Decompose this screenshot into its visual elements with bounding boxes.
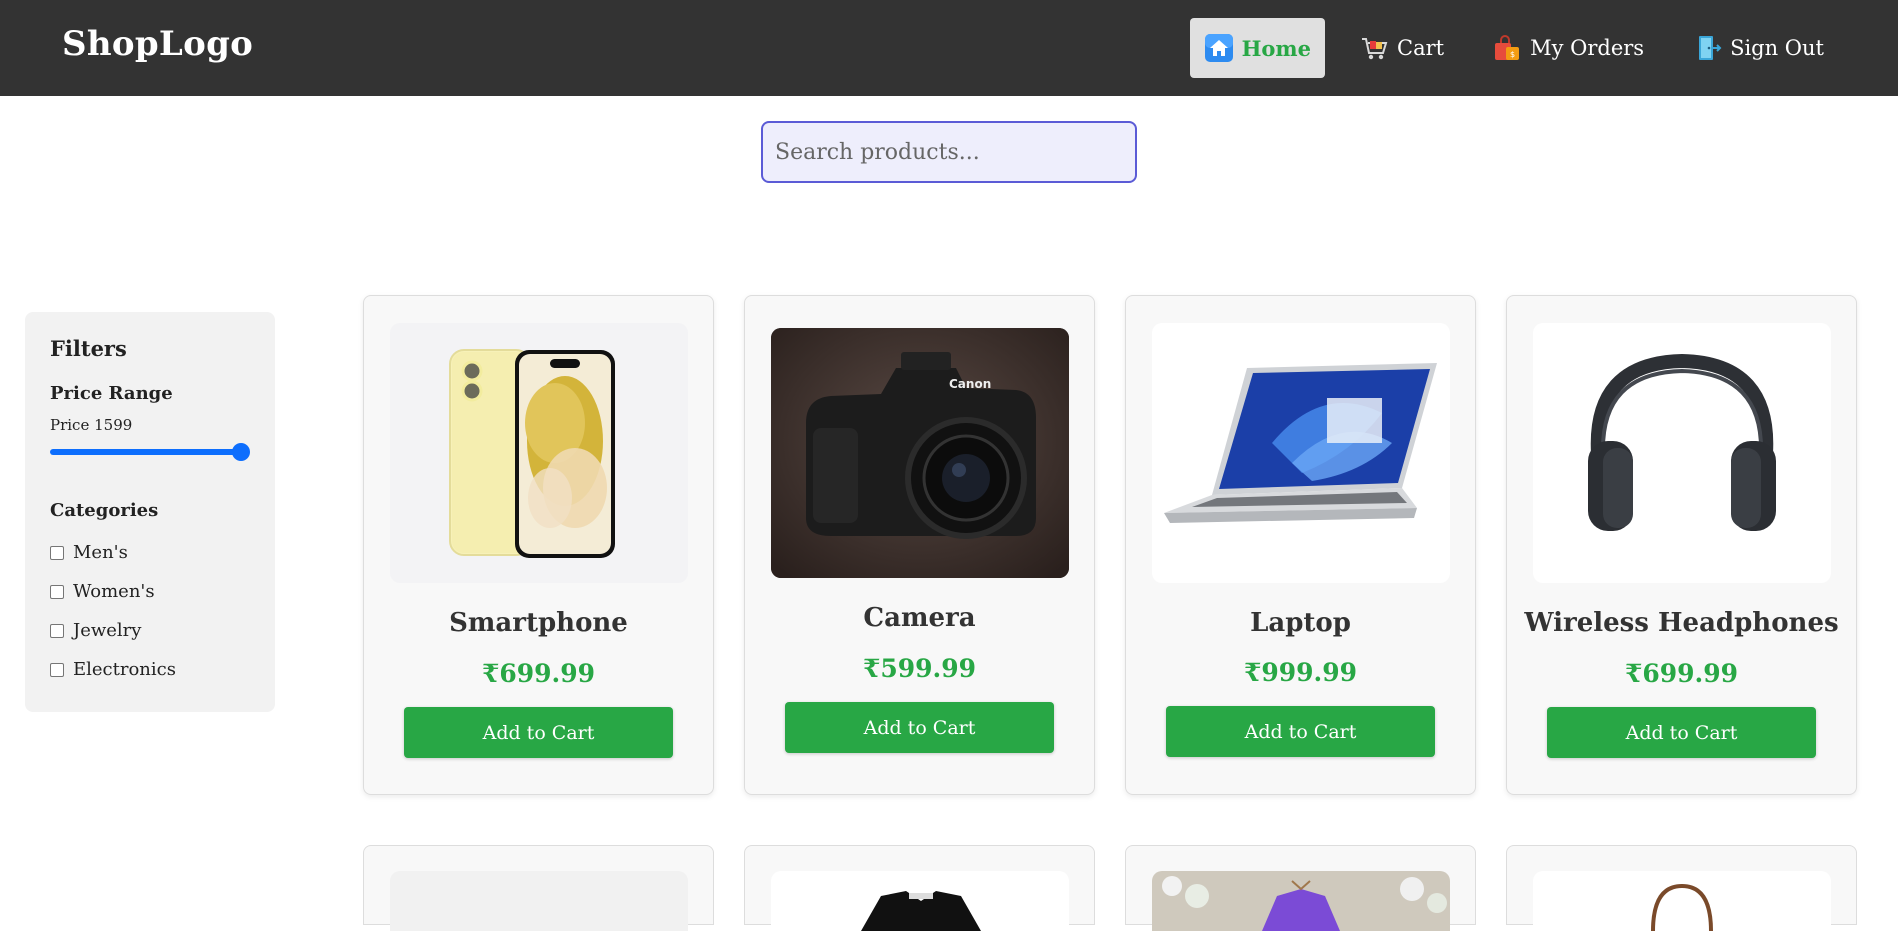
add-to-cart-button[interactable]: Add to Cart [785, 702, 1054, 753]
nav-home-label: Home [1241, 35, 1311, 61]
nav-cart-label: Cart [1397, 36, 1445, 60]
category-womens[interactable]: Women's [50, 572, 250, 611]
price-range-slider[interactable] [50, 442, 250, 462]
laptop-image[interactable] [1152, 323, 1450, 583]
category-checkbox[interactable] [50, 584, 64, 599]
add-to-cart-button[interactable]: Add to Cart [404, 707, 673, 758]
category-checkbox[interactable] [50, 545, 64, 560]
home-icon [1204, 33, 1234, 63]
product-image[interactable] [1152, 871, 1450, 931]
search-bar [761, 121, 1137, 183]
category-label: Electronics [73, 659, 176, 680]
product-card[interactable] [1506, 845, 1857, 931]
product-name: Laptop [1250, 608, 1351, 638]
product-name: Camera [863, 603, 976, 633]
product-card[interactable] [744, 845, 1095, 931]
nav-my-orders-label: My Orders [1530, 36, 1645, 60]
navbar: ShopLogo Home Cart $ My Orders Sign Out [0, 0, 1898, 96]
filters-panel: Filters Price Range Price 1599 Categorie… [25, 312, 275, 712]
sign-out-icon [1692, 33, 1722, 63]
product-card[interactable] [1125, 845, 1476, 931]
camera-image[interactable]: Canon [771, 328, 1069, 578]
category-label: Men's [73, 542, 128, 563]
nav-my-orders[interactable]: $ My Orders [1478, 18, 1658, 78]
product-price: ₹699.99 [481, 659, 596, 688]
product-price: ₹699.99 [1624, 659, 1739, 688]
product-card-wireless-headphones[interactable]: Wireless Headphones ₹699.99 Add to Cart [1506, 295, 1857, 795]
nav-cart[interactable]: Cart [1345, 18, 1458, 78]
price-range-heading: Price Range [50, 383, 173, 404]
search-input[interactable] [761, 121, 1137, 183]
product-image[interactable] [390, 871, 688, 931]
category-jewelry[interactable]: Jewelry [50, 611, 250, 650]
product-card-smartphone[interactable]: Smartphone ₹699.99 Add to Cart [363, 295, 714, 795]
product-card-camera[interactable]: Canon Camera ₹599.99 Add to Cart [744, 295, 1095, 795]
category-label: Jewelry [73, 620, 142, 641]
nav-links: Home Cart $ My Orders Sign Out [1189, 18, 1838, 78]
product-card-laptop[interactable]: Laptop ₹999.99 Add to Cart [1125, 295, 1476, 795]
slider-thumb[interactable] [232, 443, 250, 461]
price-value-label: Price 1599 [50, 416, 133, 434]
product-name: Wireless Headphones [1524, 608, 1839, 638]
product-card[interactable] [363, 845, 714, 931]
category-checkbox[interactable] [50, 623, 64, 638]
categories-heading: Categories [50, 500, 159, 521]
smartphone-image[interactable] [390, 323, 688, 583]
category-label: Women's [73, 581, 155, 602]
product-image[interactable] [771, 871, 1069, 931]
category-mens[interactable]: Men's [50, 533, 250, 572]
filters-title: Filters [50, 336, 127, 361]
svg-text:$: $ [1510, 50, 1515, 59]
product-price: ₹999.99 [1243, 658, 1358, 687]
nav-sign-out[interactable]: Sign Out [1678, 18, 1838, 78]
nav-sign-out-label: Sign Out [1730, 36, 1824, 60]
shopping-bag-icon: $ [1492, 33, 1522, 63]
slider-track [50, 449, 242, 455]
cart-icon [1359, 33, 1389, 63]
shop-logo[interactable]: ShopLogo [62, 24, 253, 64]
add-to-cart-button[interactable]: Add to Cart [1547, 707, 1816, 758]
category-electronics[interactable]: Electronics [50, 650, 250, 689]
nav-home[interactable]: Home [1189, 18, 1325, 78]
add-to-cart-button[interactable]: Add to Cart [1166, 706, 1435, 757]
product-price: ₹599.99 [862, 654, 977, 683]
category-checkbox[interactable] [50, 662, 64, 677]
headphones-image[interactable] [1533, 323, 1831, 583]
svg-text:Canon: Canon [949, 377, 991, 391]
product-name: Smartphone [449, 608, 628, 638]
product-image[interactable] [1533, 871, 1831, 931]
